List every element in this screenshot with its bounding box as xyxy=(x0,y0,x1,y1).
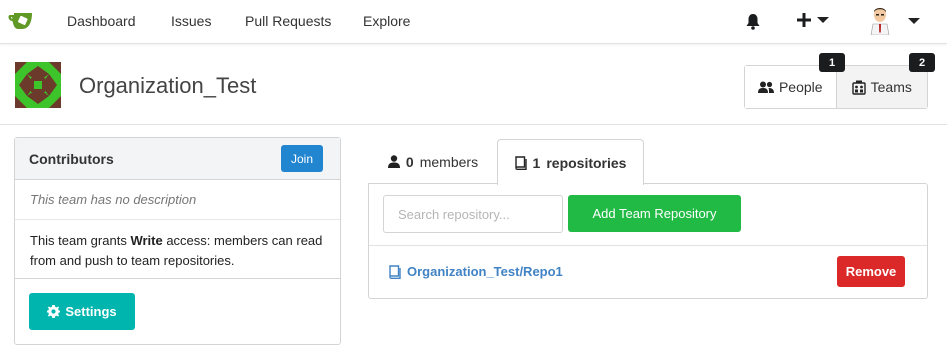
user-menu-dropdown[interactable] xyxy=(868,7,920,35)
org-identicon-icon xyxy=(15,62,61,108)
join-button[interactable]: Join xyxy=(281,145,323,172)
remove-button[interactable]: Remove xyxy=(837,256,905,287)
chevron-down-icon xyxy=(908,18,920,24)
repo-link[interactable]: Organization_Test/Repo1 xyxy=(389,264,563,279)
list-item: Organization_Test/Repo1 Remove xyxy=(369,246,927,298)
tab-people[interactable]: People xyxy=(745,66,837,108)
team-card: Contributors Join This team has no descr… xyxy=(14,137,341,345)
org-avatar[interactable] xyxy=(15,62,61,108)
settings-label: Settings xyxy=(65,304,117,319)
search-repository-input[interactable] xyxy=(383,195,563,233)
top-navbar: Dashboard Issues Pull Requests Explore xyxy=(0,0,947,44)
nav-dashboard[interactable]: Dashboard xyxy=(67,13,136,29)
nav-explore[interactable]: Explore xyxy=(363,13,410,29)
team-description: This team has no description xyxy=(15,180,340,220)
add-team-repository-button[interactable]: Add Team Repository xyxy=(568,195,741,232)
team-card-header: Contributors Join xyxy=(15,138,340,180)
nav-pull-requests[interactable]: Pull Requests xyxy=(245,13,331,29)
repos-label: repositories xyxy=(546,154,627,171)
gear-icon xyxy=(47,305,61,318)
access-level: Write xyxy=(130,233,163,248)
team-title: Contributors xyxy=(29,151,114,167)
org-name: Organization_Test xyxy=(79,73,257,98)
notifications-button[interactable] xyxy=(745,13,761,30)
tab-teams-label: Teams xyxy=(870,79,912,95)
repo-toolbar: Add Team Repository xyxy=(369,184,927,246)
settings-button[interactable]: Settings xyxy=(29,293,135,330)
chevron-down-icon xyxy=(817,17,829,23)
create-new-dropdown[interactable] xyxy=(796,12,829,28)
nav-issues[interactable]: Issues xyxy=(171,13,211,29)
members-label: members xyxy=(419,153,479,170)
team-access-text: This team grants Write access: members c… xyxy=(15,220,340,279)
people-count-badge: 1 xyxy=(819,53,845,72)
person-icon xyxy=(387,155,400,168)
tab-people-label: People xyxy=(778,79,823,95)
user-avatar xyxy=(868,7,892,35)
members-count: 0 xyxy=(405,153,414,170)
people-icon xyxy=(757,81,774,93)
org-header: Organization_Test People Teams 1 2 xyxy=(0,45,947,125)
book-icon xyxy=(514,155,527,170)
teams-icon xyxy=(851,80,866,95)
gitea-logo-icon[interactable] xyxy=(8,10,36,32)
tab-teams[interactable]: Teams xyxy=(836,66,927,108)
repo-book-icon xyxy=(389,264,401,279)
tab-repositories[interactable]: 1 repositories xyxy=(497,139,644,185)
tab-members[interactable]: 0 members xyxy=(369,139,497,184)
repositories-panel: Add Team Repository Organization_Test/Re… xyxy=(368,183,928,299)
bell-icon xyxy=(746,14,760,30)
repo-name: Organization_Test/Repo1 xyxy=(407,264,563,279)
repos-count: 1 xyxy=(532,154,541,171)
plus-icon xyxy=(797,13,811,27)
access-prefix: This team grants xyxy=(30,233,131,248)
teams-count-badge: 2 xyxy=(909,53,935,72)
